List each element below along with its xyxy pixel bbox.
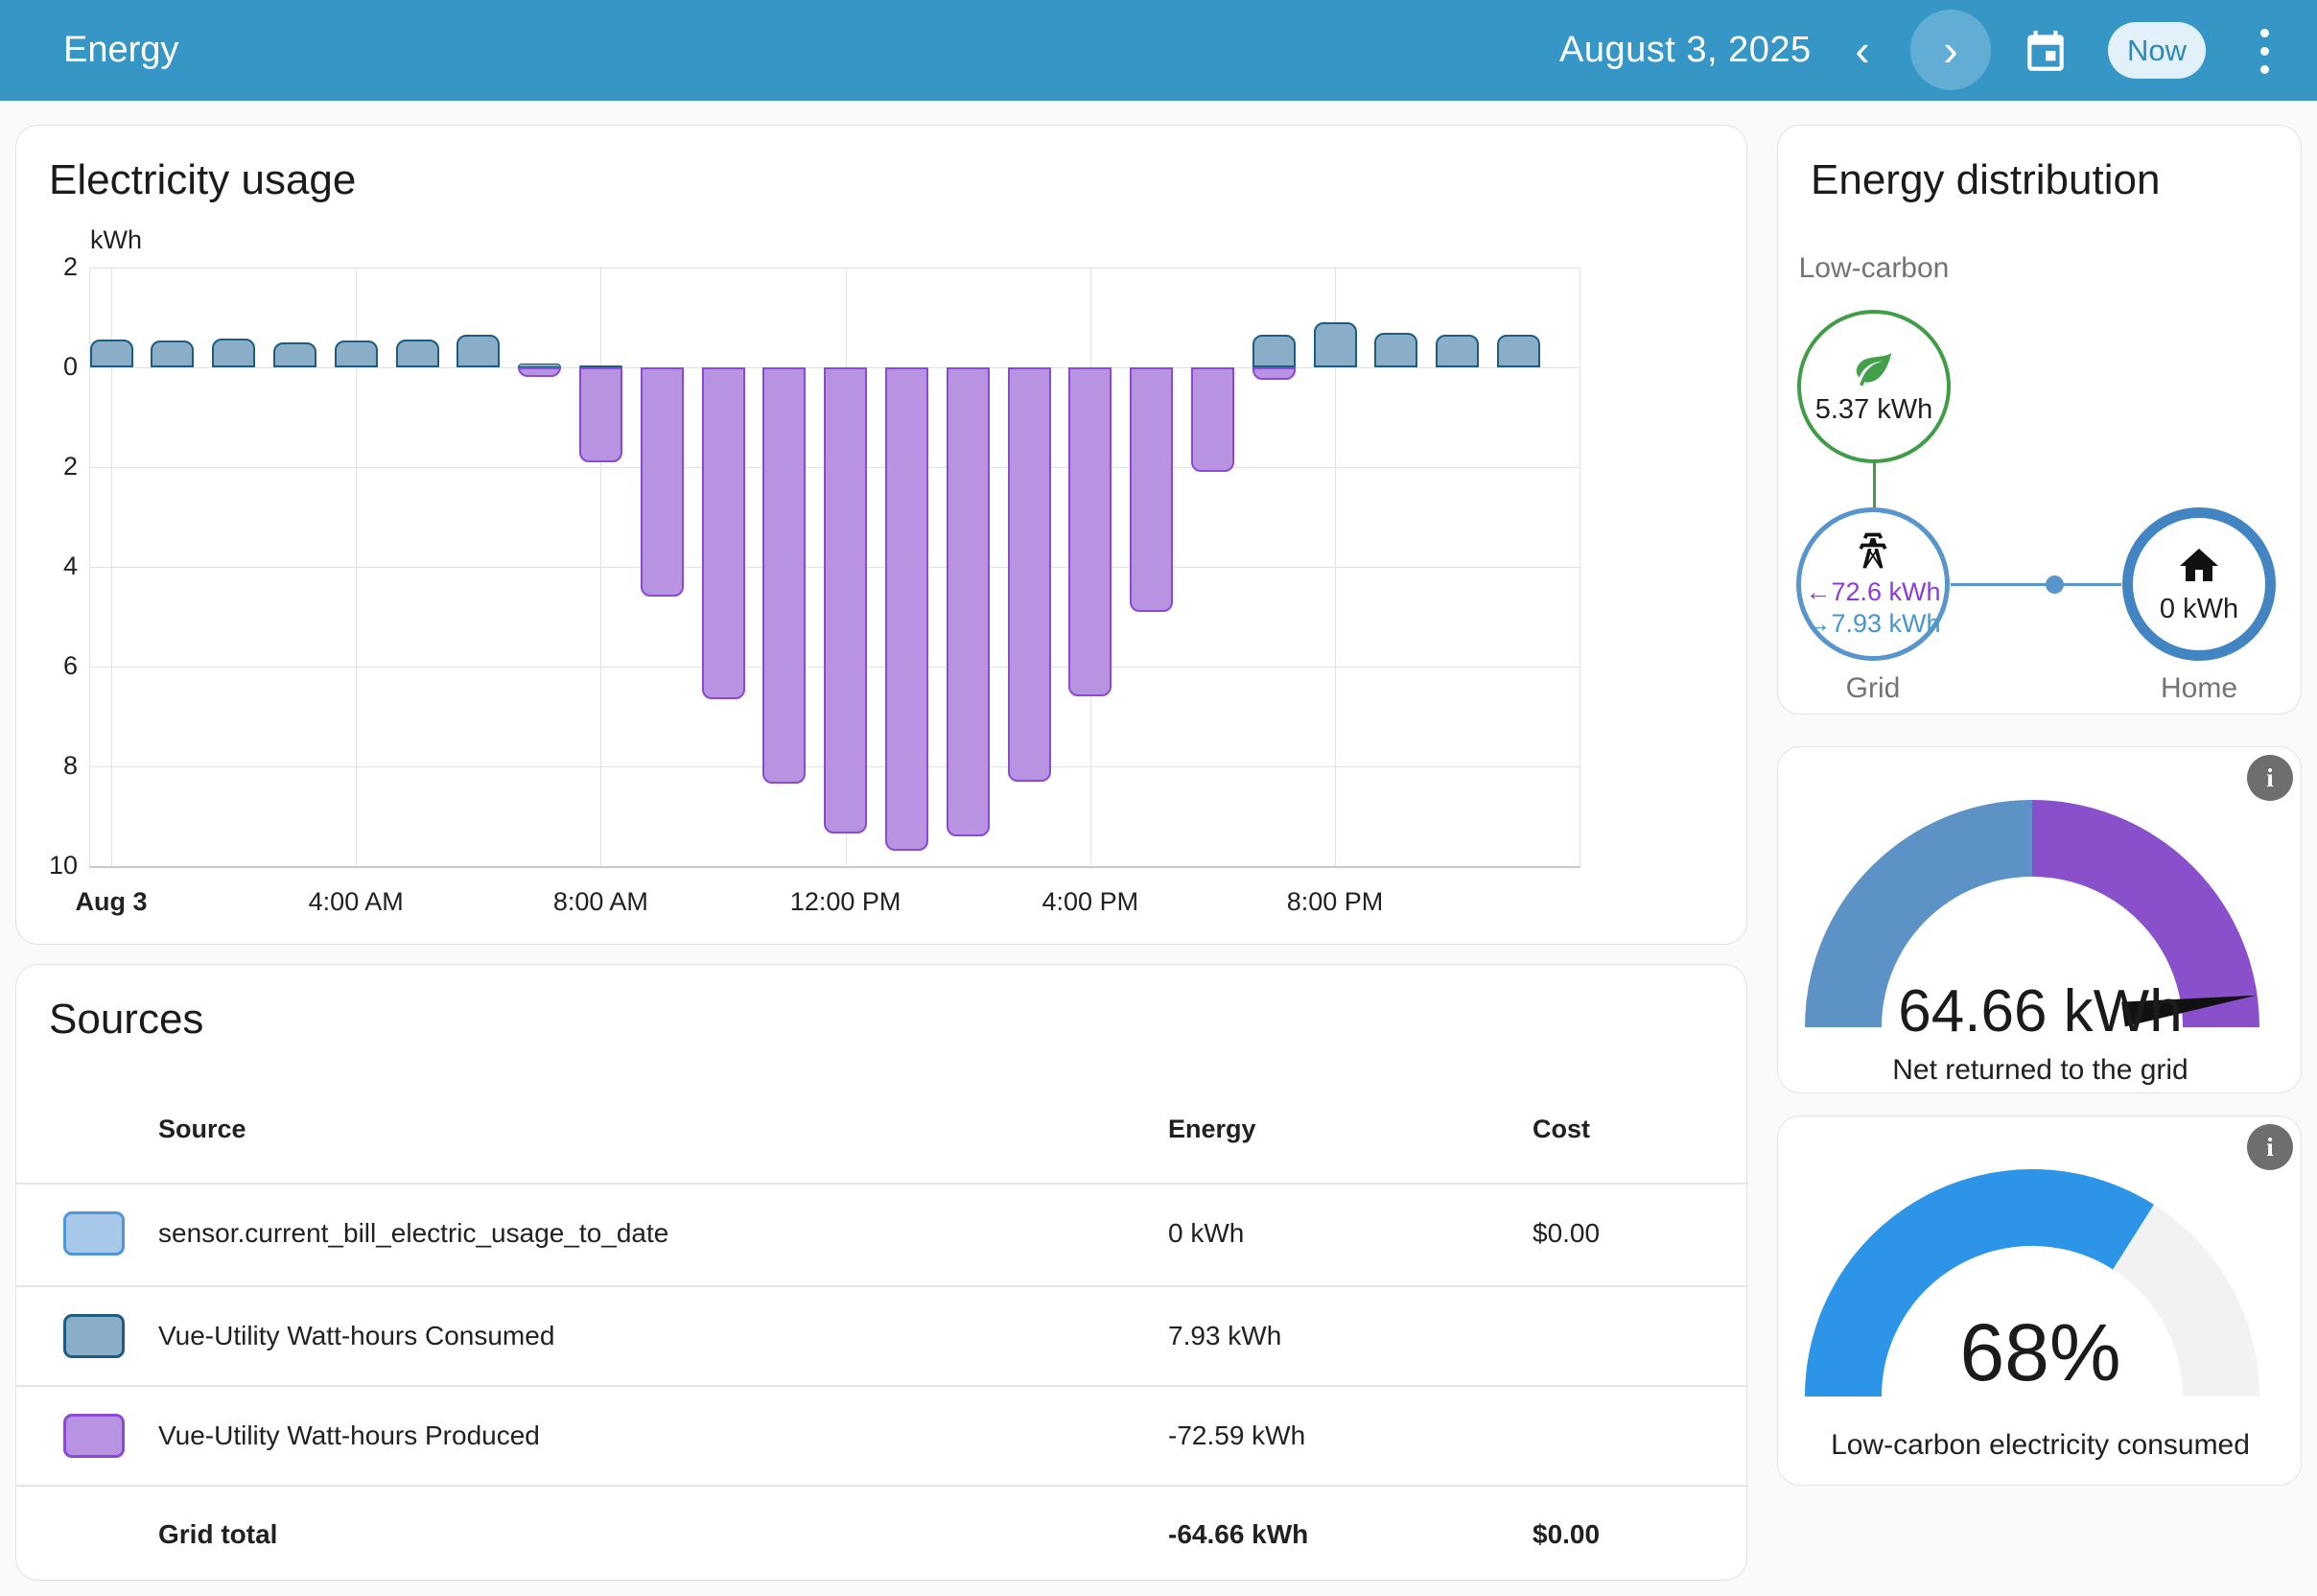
- x-axis-line: [89, 866, 1580, 868]
- energy-distribution-card: Energy distribution Low-carbon 5.37 kWh …: [1777, 125, 2302, 715]
- produced-bar[interactable]: [885, 367, 928, 851]
- produced-bar[interactable]: [1191, 367, 1234, 472]
- consumed-bar[interactable]: [273, 342, 316, 367]
- grid-return-value: ←72.6 kWh: [1805, 576, 1940, 608]
- low-carbon-to-grid-line: [1873, 463, 1876, 507]
- x-axis-tick: Aug 3: [35, 887, 188, 917]
- produced-bar[interactable]: [702, 367, 745, 699]
- low-carbon-label: Low-carbon: [1778, 252, 1970, 285]
- page-title: Energy: [63, 0, 178, 101]
- sources-card: Sources Source Energy Cost sensor.curren…: [15, 964, 1747, 1581]
- source-cost: $0.00: [1533, 1218, 1600, 1249]
- leaf-icon: [1853, 347, 1895, 394]
- produced-bar[interactable]: [518, 367, 561, 377]
- transmission-tower-icon: [1852, 529, 1894, 576]
- produced-bar[interactable]: [579, 367, 622, 462]
- col-header-energy: Energy: [1168, 1115, 1256, 1144]
- produced-bar[interactable]: [947, 367, 990, 836]
- source-energy: 0 kWh: [1168, 1218, 1244, 1249]
- y-axis-tick: 0: [30, 352, 78, 382]
- consumed-bar[interactable]: [151, 340, 194, 367]
- low-carbon-value: 5.37 kWh: [1815, 394, 1933, 426]
- home-icon: [2176, 543, 2222, 594]
- consumed-bar[interactable]: [1252, 335, 1296, 367]
- low-carbon-percent: 68%: [1778, 1306, 2303, 1399]
- x-axis-tick: 4:00 AM: [279, 887, 433, 917]
- produced-bar[interactable]: [641, 367, 684, 597]
- next-day-button[interactable]: ›: [1910, 10, 1991, 90]
- low-carbon-gauge-label: Low-carbon electricity consumed: [1778, 1429, 2303, 1462]
- net-returned-label: Net returned to the grid: [1778, 1054, 2303, 1087]
- grid-label: Grid: [1777, 672, 1969, 705]
- consumed-bar[interactable]: [1436, 335, 1479, 367]
- consumed-bar[interactable]: [1374, 333, 1417, 367]
- produced-bar[interactable]: [1252, 367, 1296, 380]
- consumed-bar[interactable]: [212, 339, 255, 367]
- y-axis-tick: 2: [30, 452, 78, 481]
- produced-bar[interactable]: [824, 367, 867, 833]
- produced-bar[interactable]: [1130, 367, 1173, 612]
- consumed-bar[interactable]: [456, 335, 500, 367]
- source-swatch: [63, 1314, 125, 1358]
- x-axis-tick: 4:00 PM: [1014, 887, 1167, 917]
- low-carbon-gauge-card: i 68% Low-carbon electricity consumed: [1777, 1115, 2302, 1486]
- electricity-usage-card: Electricity usage 20246810kWhAug 34:00 A…: [15, 125, 1747, 945]
- grid-total-energy: -64.66 kWh: [1168, 1519, 1308, 1550]
- distribution-card-title: Energy distribution: [1811, 156, 2160, 204]
- consumed-bar[interactable]: [90, 340, 133, 367]
- sources-card-title: Sources: [49, 996, 203, 1044]
- grid-total-cost: $0.00: [1533, 1519, 1600, 1550]
- calendar-icon: [2022, 62, 2070, 79]
- source-name: sensor.current_bill_electric_usage_to_da…: [158, 1218, 668, 1249]
- calendar-button[interactable]: [2022, 27, 2070, 75]
- home-label: Home: [2103, 672, 2295, 705]
- overflow-menu-button[interactable]: [2245, 23, 2283, 79]
- grid-node: ←72.6 kWh →7.93 kWh: [1796, 507, 1950, 661]
- x-axis-tick: 12:00 PM: [769, 887, 923, 917]
- gridline: [600, 268, 601, 866]
- home-value: 0 kWh: [2160, 594, 2238, 625]
- prev-day-button[interactable]: ‹: [1822, 10, 1903, 90]
- source-energy: 7.93 kWh: [1168, 1321, 1281, 1351]
- consumed-bar[interactable]: [335, 340, 378, 367]
- usage-bar-chart: 2 0 2 4 6 8 10 kWh Aug 3 4:00 AM 8:00 AM 12:00 PM 4:…: [16, 126, 1746, 944]
- produced-bar[interactable]: [1008, 367, 1051, 782]
- x-axis-tick: 8:00 PM: [1258, 887, 1412, 917]
- app-header: Energy August 3, 2025 ‹ › Now: [0, 0, 2317, 101]
- y-axis-tick: 6: [30, 651, 78, 681]
- x-axis-tick: 8:00 AM: [524, 887, 677, 917]
- source-name: Vue-Utility Watt-hours Consumed: [158, 1321, 554, 1351]
- consumed-bar[interactable]: [1497, 335, 1540, 367]
- col-header-cost: Cost: [1533, 1115, 1590, 1144]
- y-axis-tick: 2: [30, 252, 78, 282]
- net-returned-value: 64.66 kWh: [1778, 977, 2303, 1045]
- y-axis-tick: 10: [30, 851, 78, 880]
- source-swatch: [63, 1211, 125, 1256]
- flow-dot: [2046, 575, 2064, 594]
- produced-bar[interactable]: [1068, 367, 1112, 696]
- consumed-bar[interactable]: [396, 340, 439, 367]
- grid-consume-value: →7.93 kWh: [1805, 608, 1940, 640]
- y-axis-tick: 4: [30, 552, 78, 581]
- now-button[interactable]: Now: [2108, 22, 2206, 79]
- home-node: 0 kWh: [2122, 507, 2276, 661]
- info-icon[interactable]: i: [2247, 1124, 2293, 1170]
- gridline: [89, 268, 1580, 269]
- y-axis-unit: kWh: [90, 225, 142, 255]
- consumed-bar[interactable]: [1314, 322, 1357, 367]
- produced-bar[interactable]: [762, 367, 806, 784]
- date-range-label: August 3, 2025: [1559, 0, 1812, 101]
- net-returned-gauge-card: i 64.66 kWh Net returned to the grid: [1777, 746, 2302, 1093]
- grid-total-label: Grid total: [158, 1519, 277, 1550]
- source-name: Vue-Utility Watt-hours Produced: [158, 1420, 540, 1451]
- source-swatch: [63, 1414, 125, 1458]
- source-energy: -72.59 kWh: [1168, 1420, 1305, 1451]
- y-axis-tick: 8: [30, 751, 78, 781]
- col-header-source: Source: [158, 1115, 246, 1144]
- info-icon[interactable]: i: [2247, 755, 2293, 801]
- low-carbon-node: 5.37 kWh: [1797, 310, 1951, 463]
- grid-to-home-line: [1951, 583, 2121, 586]
